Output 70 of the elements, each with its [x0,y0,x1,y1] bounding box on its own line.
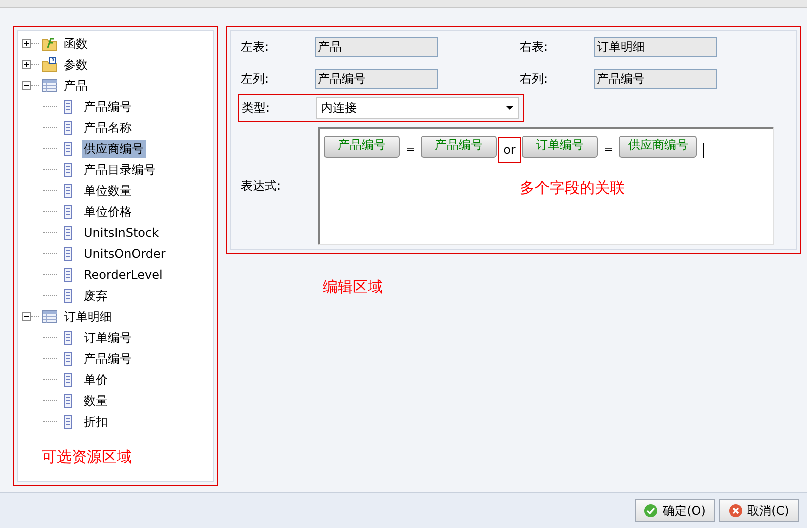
operator-text: = [406,142,416,158]
collapse-toggle[interactable] [22,312,31,321]
tree-item[interactable]: UnitsInStock [82,224,162,242]
logic-operator: or [498,137,522,163]
tree-item[interactable]: UnitsOnOrder [82,244,168,262]
readonly-field: 订单明细 [594,37,717,57]
join-type-dropdown[interactable]: 内连接 [316,97,519,119]
tree-item[interactable]: 订单明细 [62,308,114,326]
field-label: 左列: [241,71,270,88]
field-token[interactable]: 供应商编号 [619,136,698,158]
tree-item[interactable]: 函数 [62,34,90,52]
field-label: 表达式: [241,178,282,195]
field-label: 类型: [242,100,272,117]
annotation-text: 多个字段的关联 [520,178,625,199]
field-label: 左表: [241,39,270,56]
field-label: 右表: [520,39,550,56]
column-icon [64,246,72,260]
column-icon [64,372,72,386]
column-icon [64,330,72,344]
field-token[interactable]: 订单编号 [522,136,598,158]
table-icon [42,78,58,92]
parameter-folder-icon [42,56,58,72]
tree-item[interactable]: 参数 [62,56,90,74]
tree-item[interactable]: 产品目录编号 [82,160,158,178]
tree-item[interactable]: 单位价格 [82,202,134,220]
check-icon [644,504,658,518]
column-icon [64,226,72,240]
expand-toggle[interactable] [22,39,31,48]
column-icon [64,142,72,156]
tree-item[interactable]: 单位数量 [82,182,134,200]
tree-item[interactable]: ReorderLevel [82,266,165,284]
column-icon [64,162,72,176]
column-icon [64,120,72,134]
expression-editor[interactable]: 产品编号 = 产品编号 or 订单编号 = 供应商编号 多个字段的关联 [318,127,774,245]
annotation-text: 编辑区域 [323,277,383,298]
column-icon [64,100,72,114]
readonly-field: 产品 [315,37,438,57]
tree-item[interactable]: 单价 [82,370,110,388]
column-icon [64,288,72,302]
column-icon [64,268,72,282]
tree-item[interactable]: 订单编号 [82,328,134,346]
function-folder-icon [42,36,58,52]
dropdown-arrow-icon [506,106,514,110]
annotation-text: 可选资源区域 [42,447,132,468]
column-icon [64,414,72,428]
column-icon [64,204,72,218]
column-icon [64,352,72,366]
column-icon [64,184,72,198]
collapse-toggle[interactable] [22,81,31,90]
field-token[interactable]: 产品编号 [324,136,400,158]
tree-item[interactable]: 折扣 [82,412,110,430]
expand-toggle[interactable] [22,60,31,69]
cancel-button[interactable]: 取消(C) [719,499,799,522]
field-label: 右列: [520,71,550,88]
close-icon [728,504,743,518]
tree-item[interactable]: 产品名称 [82,118,134,136]
operator-text: = [604,142,614,158]
tree-item[interactable]: 供应商编号 [82,140,146,158]
readonly-field: 产品编号 [594,69,717,89]
ok-button[interactable]: 确定(O) [635,499,715,522]
tree-item[interactable]: 产品 [62,76,90,94]
tree-item[interactable]: 产品编号 [82,98,134,116]
column-icon [64,394,72,408]
tree-item[interactable]: 数量 [82,392,110,410]
field-token[interactable]: 产品编号 [421,136,498,158]
tree-item[interactable]: 产品编号 [82,350,134,368]
readonly-field: 产品编号 [315,69,438,89]
text-cursor [703,142,704,158]
tree-item[interactable]: 废弃 [82,286,110,304]
table-icon [42,310,58,324]
